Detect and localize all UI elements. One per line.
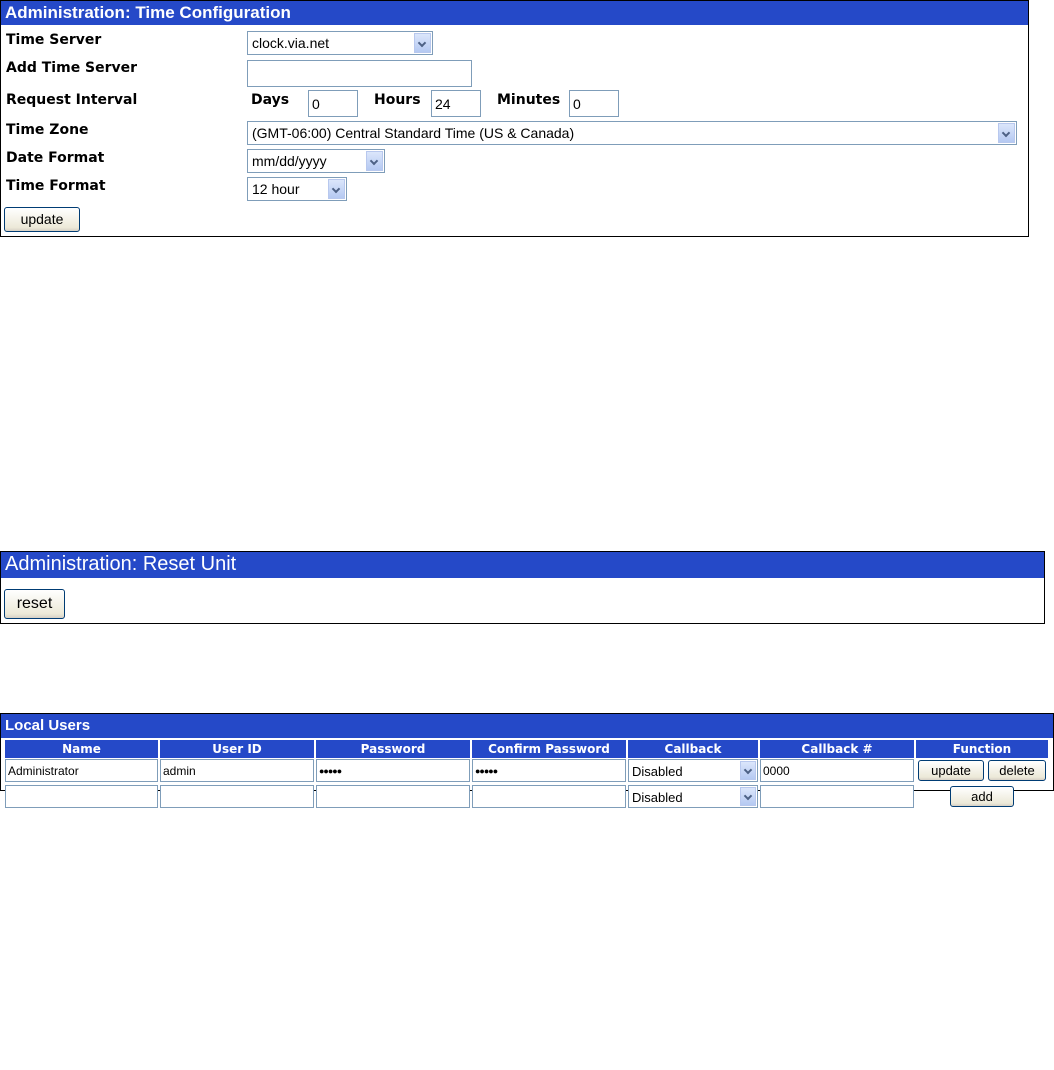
minutes-label: Minutes [497,92,561,108]
hours-label: Hours [374,92,421,108]
add-time-server-label: Add Time Server [6,60,138,76]
update-time-button[interactable]: update [4,207,80,232]
chevron-down-icon[interactable] [740,787,756,806]
table-row: Disabled add [5,784,1048,810]
reset-unit-panel: Administration: Reset Unit reset [0,551,1045,624]
date-format-label: Date Format [6,150,105,166]
password-input[interactable]: ●●●●● [316,759,470,782]
minutes-input[interactable]: 0 [569,90,619,117]
column-header-callback: Callback [628,740,758,758]
confirm-password-input[interactable]: ●●●●● [472,759,626,782]
time-config-panel: Administration: Time Configuration Time … [0,0,1029,237]
chevron-down-icon[interactable] [366,151,383,171]
time-server-label: Time Server [6,32,102,48]
add-time-server-input[interactable] [247,60,472,87]
request-interval-label: Request Interval [6,92,138,108]
table-row: Administrator admin ●●●●● ●●●●● Disabled… [5,758,1048,784]
days-input[interactable]: 0 [308,90,358,117]
column-header-callback-number: Callback # [760,740,914,758]
callback-select[interactable]: Disabled [628,759,758,782]
chevron-down-icon[interactable] [328,179,345,199]
time-format-select[interactable]: 12 hour [247,177,347,201]
time-format-label: Time Format [6,178,106,194]
chevron-down-icon[interactable] [740,761,756,780]
time-zone-label: Time Zone [6,122,89,138]
time-zone-select[interactable]: (GMT-06:00) Central Standard Time (US & … [247,121,1017,145]
time-server-value: clock.via.net [252,35,330,51]
update-user-button[interactable]: update [918,760,984,781]
column-header-user-id: User ID [160,740,314,758]
local-users-title: Local Users [1,714,1053,738]
chevron-down-icon[interactable] [998,123,1015,143]
date-format-select[interactable]: mm/dd/yyyy [247,149,385,173]
chevron-down-icon[interactable] [414,33,431,53]
reset-button[interactable]: reset [4,589,65,619]
column-header-confirm-password: Confirm Password [472,740,626,758]
hours-input[interactable]: 24 [431,90,481,117]
reset-unit-title: Administration: Reset Unit [1,552,1044,578]
time-zone-value: (GMT-06:00) Central Standard Time (US & … [252,125,575,141]
user-id-input[interactable]: admin [160,759,314,782]
callback-number-input[interactable] [760,785,914,808]
user-id-input[interactable] [160,785,314,808]
column-header-function: Function [916,740,1048,758]
delete-user-button[interactable]: delete [988,760,1046,781]
time-server-select[interactable]: clock.via.net [247,31,433,55]
time-format-value: 12 hour [252,181,300,197]
column-header-password: Password [316,740,470,758]
name-input[interactable]: Administrator [5,759,158,782]
name-input[interactable] [5,785,158,808]
time-config-title: Administration: Time Configuration [1,1,1028,25]
days-label: Days [251,92,290,108]
password-input[interactable] [316,785,470,808]
column-header-name: Name [5,740,158,758]
add-user-button[interactable]: add [950,786,1014,807]
local-users-table: Name User ID Password Confirm Password C… [3,740,1050,810]
callback-number-input[interactable]: 0000 [760,759,914,782]
callback-select[interactable]: Disabled [628,785,758,808]
confirm-password-input[interactable] [472,785,626,808]
table-header-row: Name User ID Password Confirm Password C… [5,740,1048,758]
date-format-value: mm/dd/yyyy [252,153,327,169]
